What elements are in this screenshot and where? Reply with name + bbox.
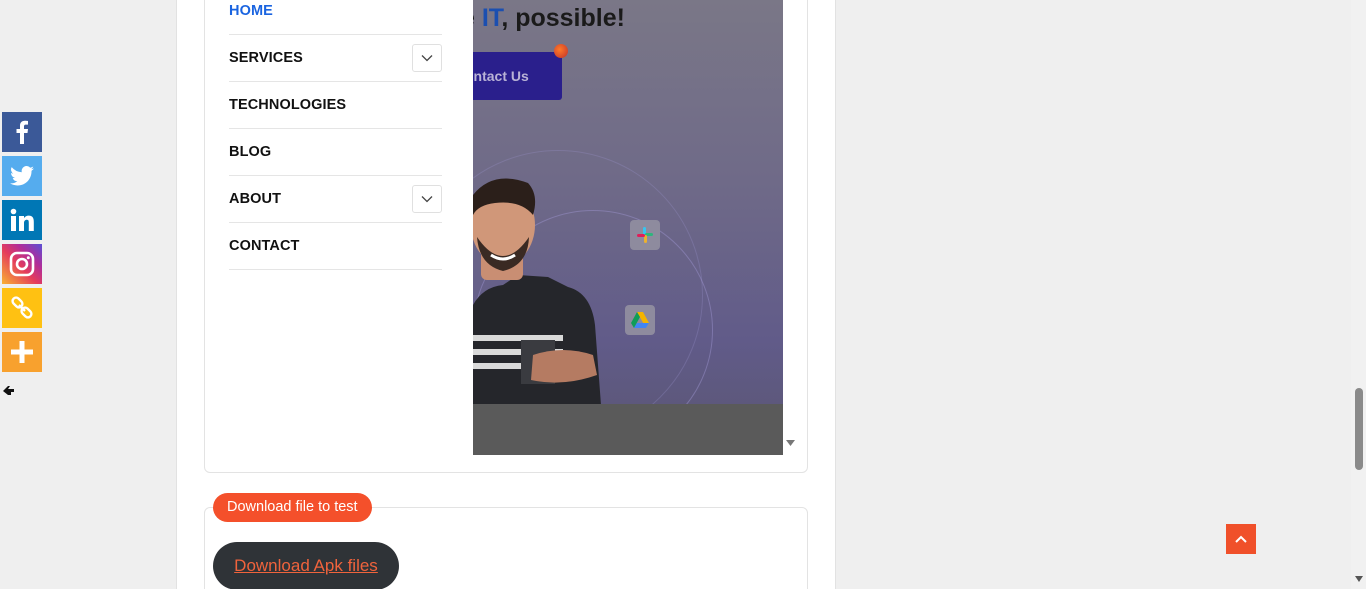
nav-item-home[interactable]: HOME <box>229 0 442 35</box>
nav-item-label: ABOUT <box>229 191 282 207</box>
back-to-top-button[interactable] <box>1226 524 1256 554</box>
nav-item-label: BLOG <box>229 144 272 160</box>
share-instagram-button[interactable] <box>2 244 42 284</box>
headline-text: e <box>473 4 482 32</box>
download-apk-button[interactable]: Download Apk files <box>213 542 399 589</box>
share-linkedin-button[interactable] <box>2 200 42 240</box>
nav-item-label: SERVICES <box>229 50 303 66</box>
download-apk-label: Download Apk files <box>234 556 378 575</box>
share-twitter-button[interactable] <box>2 156 42 196</box>
nav-item-blog[interactable]: BLOG <box>229 129 442 176</box>
notification-dot <box>554 44 568 58</box>
linkedin-icon <box>10 208 34 231</box>
slack-icon <box>630 220 660 250</box>
download-section-badge: Download file to test <box>213 493 372 522</box>
chevron-down-icon <box>421 196 433 203</box>
nav-item-label: HOME <box>229 3 273 19</box>
mobile-nav-menu: HOME SERVICES TECHNOLOGIES BLOG ABOUT CO… <box>229 0 442 270</box>
link-icon <box>11 296 33 319</box>
hero-headline: e IT, possible! <box>473 4 625 33</box>
chevron-down-icon <box>421 55 433 62</box>
preview-footer-strip <box>473 404 783 455</box>
scroll-down-arrow-icon[interactable] <box>1355 576 1363 582</box>
hand-point-left-icon[interactable] <box>3 385 15 397</box>
share-copy-link-button[interactable] <box>2 288 42 328</box>
hero-person-image <box>473 178 601 405</box>
plus-icon <box>11 341 33 363</box>
facebook-icon <box>16 120 28 144</box>
nav-item-label: TECHNOLOGIES <box>229 97 347 113</box>
chevron-up-icon <box>1235 535 1247 543</box>
nav-item-contact[interactable]: CONTACT <box>229 223 442 270</box>
contact-us-button[interactable]: ontact Us <box>473 52 562 100</box>
scroll-down-arrow-icon[interactable] <box>786 440 795 446</box>
social-share-sidebar <box>2 112 42 376</box>
nav-item-technologies[interactable]: TECHNOLOGIES <box>229 82 442 129</box>
headline-text: , possible! <box>501 4 625 32</box>
google-drive-icon <box>625 305 655 335</box>
nav-item-label: CONTACT <box>229 238 300 254</box>
twitter-icon <box>10 166 34 186</box>
share-facebook-button[interactable] <box>2 112 42 152</box>
instagram-icon <box>9 251 35 277</box>
page-scrollbar[interactable] <box>1351 0 1366 589</box>
nav-item-about[interactable]: ABOUT <box>229 176 442 223</box>
submenu-toggle-services[interactable] <box>412 44 442 72</box>
submenu-toggle-about[interactable] <box>412 185 442 213</box>
hero-preview: e IT, possible! ontact Us <box>473 0 783 455</box>
share-more-button[interactable] <box>2 332 42 372</box>
scrollbar-thumb[interactable] <box>1355 388 1363 470</box>
nav-item-services[interactable]: SERVICES <box>229 35 442 82</box>
headline-highlight: IT <box>481 4 502 32</box>
contact-us-label: ontact Us <box>473 68 529 84</box>
